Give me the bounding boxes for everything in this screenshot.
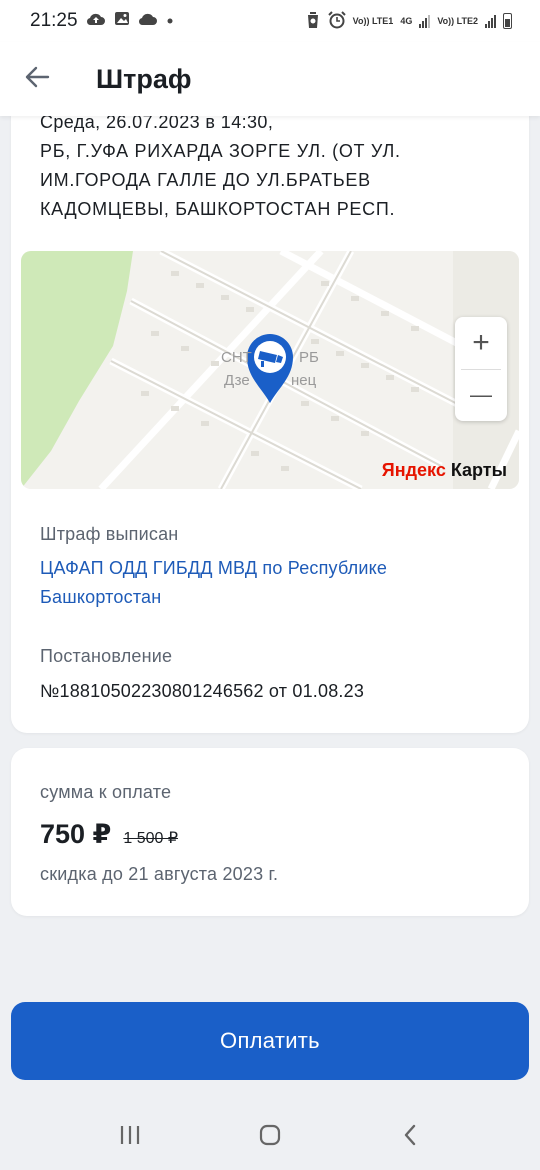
arrow-left-icon: [24, 66, 50, 93]
amount-card: сумма к оплате 750 ₽ 1 500 ₽ скидка до 2…: [11, 748, 529, 916]
volte1-icon: Vo)) LTE1: [352, 15, 394, 26]
alarm-icon: [327, 11, 346, 31]
pay-button[interactable]: Оплатить: [11, 1002, 529, 1080]
net-type: 4G: [400, 15, 413, 26]
yandex-maps-logo[interactable]: Яндекс Карты: [382, 460, 507, 481]
old-amount: 1 500 ₽: [123, 830, 179, 847]
discount-note: скидка до 21 августа 2023 г.: [40, 864, 279, 884]
map-label-nets: нец: [291, 372, 317, 389]
maps-logo-part: Карты: [445, 460, 507, 480]
recents-icon: [118, 1124, 142, 1151]
decree-number: №18810502230801246562 от 01.08.23: [40, 681, 365, 701]
home-button[interactable]: [240, 1112, 300, 1162]
yandex-logo-part: Яндекс: [381, 460, 446, 480]
amount-due: 750 ₽: [40, 819, 112, 849]
map-label-rb: РБ: [299, 349, 319, 366]
signal1-icon: [419, 14, 431, 28]
nav-back-button[interactable]: [380, 1112, 440, 1162]
battery-icon: [503, 13, 512, 29]
fine-details-card: Среда, 26.07.2023 в 14:30, РБ, Г.УФА РИХ…: [11, 96, 529, 733]
zoom-in-button[interactable]: +: [455, 317, 507, 369]
decree-label: Постановление: [40, 646, 173, 666]
violation-address: РБ, Г.УФА РИХАРДА ЗОРГЕ УЛ. (ОТ УЛ. ИМ.Г…: [40, 141, 401, 219]
signal2-icon: [485, 14, 496, 28]
recycle-icon: [305, 11, 321, 31]
app-header: Штраф: [0, 42, 540, 116]
dot-icon: [166, 12, 174, 30]
amount-label: сумма к оплате: [40, 782, 172, 802]
status-right: Vo)) LTE1 4G Vo)) LTE2: [305, 11, 512, 31]
home-icon: [258, 1123, 282, 1152]
page-title: Штраф: [96, 63, 192, 94]
issued-by-link[interactable]: ЦАФАП ОДД ГИБДД МВД по Республике Башкор…: [40, 554, 480, 612]
status-left: 21:25: [30, 10, 174, 32]
back-button[interactable]: [0, 42, 74, 116]
image-icon: [114, 11, 130, 31]
recents-button[interactable]: [100, 1112, 160, 1162]
zoom-out-button[interactable]: —: [455, 370, 507, 422]
map-zoom-controls: + —: [455, 317, 507, 421]
system-nav-bar: [0, 1104, 540, 1170]
cloud-upload-icon: [86, 12, 106, 31]
violation-map[interactable]: СНТ РБ Дзе нец + — Яндекс Карты: [21, 251, 519, 489]
map-label-dze: Дзе: [224, 372, 250, 389]
map-label-snt: СНТ: [221, 349, 252, 366]
amount-row: 750 ₽ 1 500 ₽: [40, 819, 178, 850]
status-time: 21:25: [30, 10, 78, 31]
cloud-icon: [138, 12, 158, 31]
volte2-icon: Vo)) LTE2: [437, 15, 478, 26]
issued-by-label: Штраф выписан: [40, 524, 179, 544]
status-bar: 21:25 Vo)) LTE1 4G Vo)) LTE2: [0, 0, 540, 42]
nav-back-icon: [402, 1123, 418, 1152]
map-canvas: [21, 251, 519, 489]
